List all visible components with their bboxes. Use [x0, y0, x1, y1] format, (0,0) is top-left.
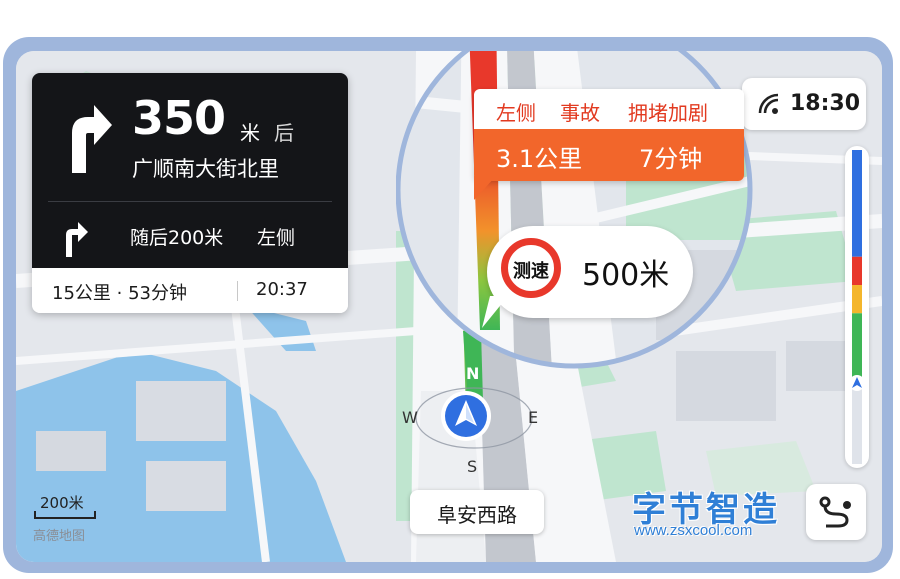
speed-camera-label: 测速 — [513, 261, 549, 282]
traffic-segment-jam — [852, 256, 862, 286]
current-road-name: 阜安西路 — [437, 503, 517, 527]
traffic-segment-passed — [852, 385, 862, 464]
alert-details: 3.1公里 7分钟 — [474, 129, 744, 181]
traffic-bar-segments — [852, 150, 862, 464]
route-icon — [819, 496, 851, 528]
clock-time: 18:30 — [790, 91, 861, 116]
turn-right-arrow-icon — [72, 105, 112, 173]
arrival-time: 20:37 — [256, 279, 308, 300]
speed-camera-distance: 500米 — [582, 258, 670, 293]
trip-separator — [237, 281, 238, 301]
navigation-arrow-icon — [441, 391, 491, 441]
maneuver-distance: 350 — [132, 91, 226, 145]
speed-camera-bubble: 测速 500米 — [487, 226, 693, 318]
compass-south: S — [467, 457, 478, 476]
maneuver-distance-after: 后 — [274, 121, 294, 145]
current-road-pill: 阜安西路 — [410, 490, 544, 534]
next-step-distance: 随后200米 — [130, 227, 224, 249]
trip-summary-bar: 15公里 · 53分钟 20:37 — [32, 268, 348, 313]
trip-remaining: 15公里 · 53分钟 — [52, 283, 187, 304]
maneuver-section: 350 米 后 广顺南大街北里 随后200米 左侧 — [32, 73, 348, 268]
alert-duration: 7分钟 — [639, 145, 703, 173]
compass-east: E — [528, 408, 539, 427]
alert-side: 左侧 — [496, 101, 536, 125]
compass-north: N — [466, 364, 480, 383]
route-overview-button[interactable] — [806, 484, 866, 540]
map-logo: 高德地图 — [33, 529, 86, 544]
next-step-side: 左侧 — [257, 227, 296, 249]
traffic-alert-card[interactable]: 左侧 事故 拥堵加剧 3.1公里 7分钟 — [474, 89, 744, 181]
traffic-segment-clear — [852, 150, 862, 257]
status-clock: 18:30 — [742, 78, 866, 130]
speed-bubble-pointer — [482, 296, 508, 328]
next-street-name: 广顺南大街北里 — [132, 157, 279, 181]
speed-camera-icon: 测速 — [501, 238, 561, 298]
panel-divider — [48, 201, 332, 202]
alert-distance: 3.1公里 — [496, 145, 583, 173]
compass-west: W — [402, 408, 418, 427]
alert-type: 事故 — [560, 101, 600, 125]
maneuver-distance-unit: 米 — [240, 121, 260, 145]
scale-bar — [34, 511, 96, 519]
alert-congestion: 拥堵加剧 — [628, 101, 708, 125]
vehicle-position-icon — [849, 375, 865, 391]
traffic-progress-bar — [845, 146, 869, 468]
turn-right-small-icon — [66, 222, 88, 257]
scale-label: 200米 — [40, 494, 84, 512]
alert-header: 左侧 事故 拥堵加剧 — [474, 89, 744, 129]
alert-pointer — [474, 176, 496, 200]
guidance-panel[interactable]: 350 米 后 广顺南大街北里 随后200米 左侧 15公里 · 53分钟 20… — [32, 73, 348, 313]
traffic-segment-slow — [852, 285, 862, 314]
signal-icon — [758, 93, 779, 114]
watermark-url: www.zsxcool.com — [634, 522, 753, 539]
